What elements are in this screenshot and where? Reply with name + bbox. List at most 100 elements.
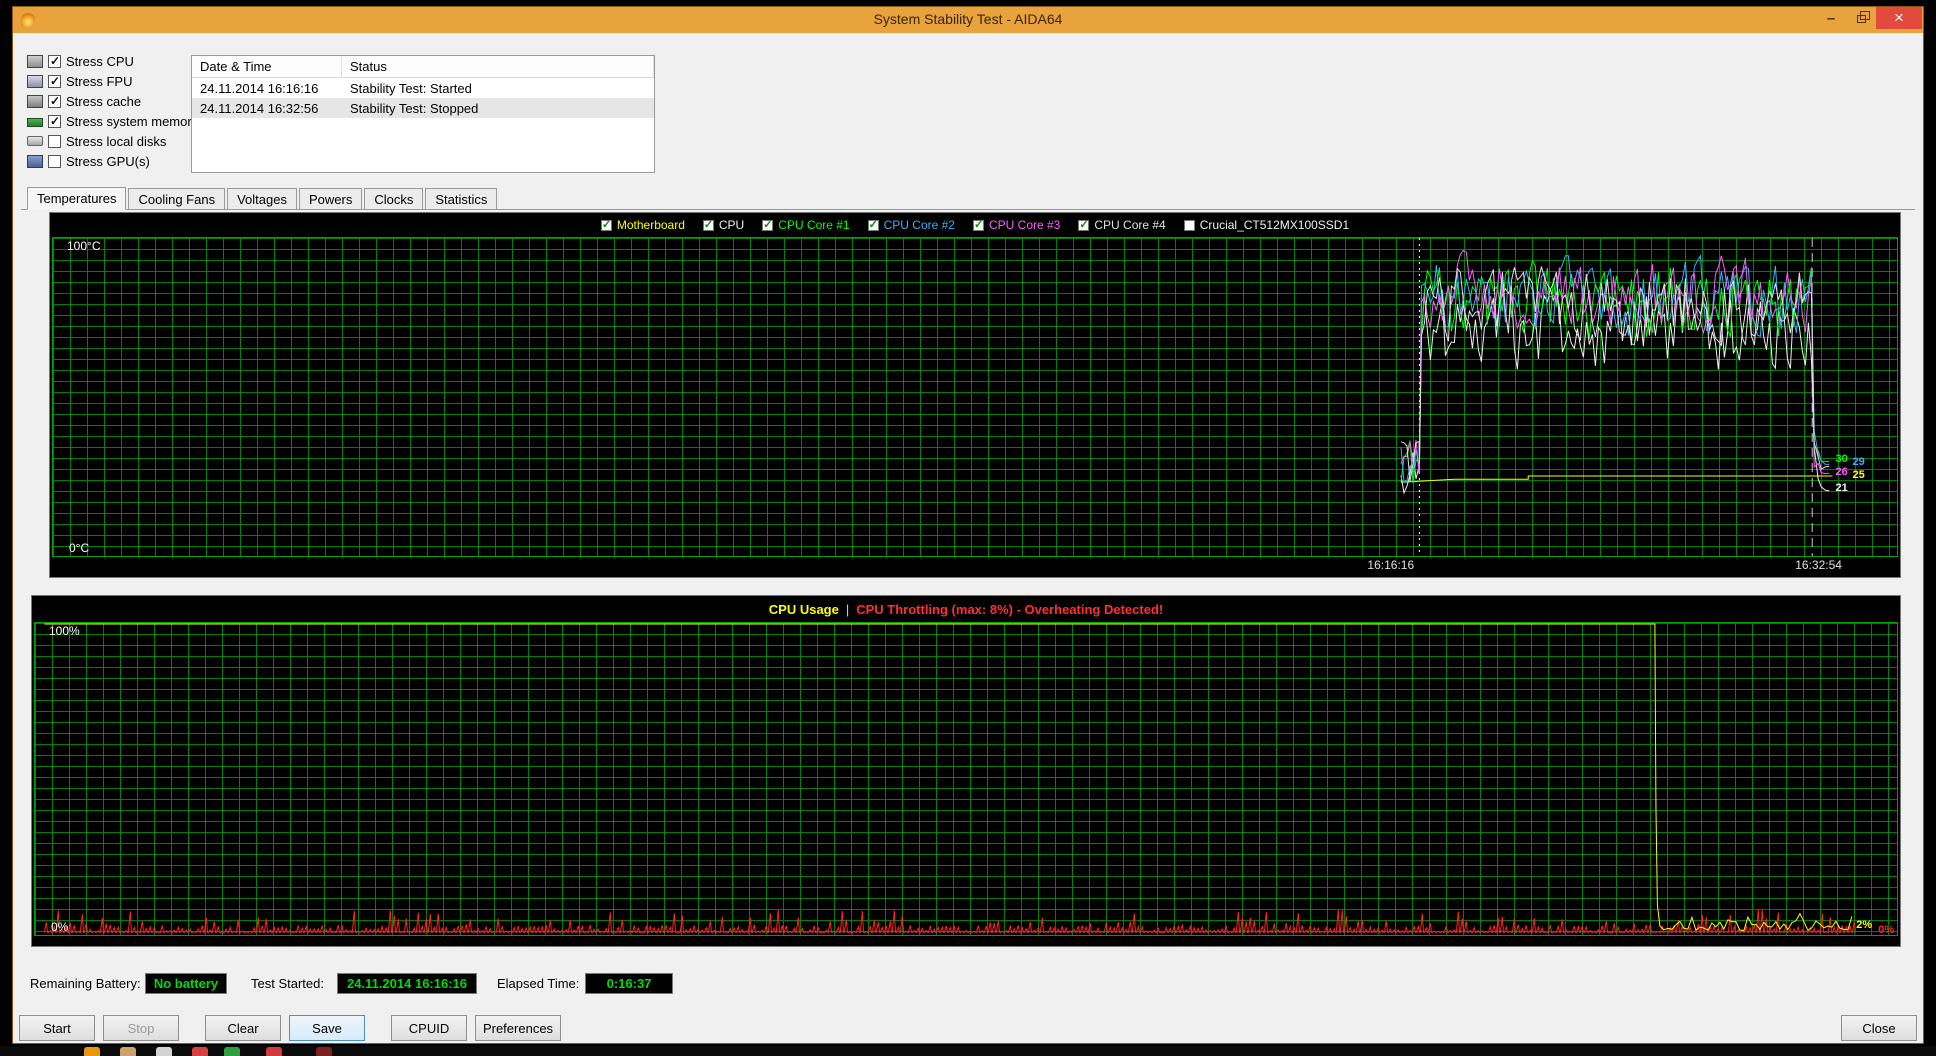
taskbar-app-icon-1[interactable] [84, 1047, 100, 1056]
cpu-icon [27, 54, 43, 68]
stress-options: Stress CPU Stress FPU Stress cache Stress s… [27, 51, 199, 171]
close-button[interactable] [1876, 7, 1922, 29]
stress-option-row: Stress cache [27, 91, 195, 111]
y-axis-min-label: 0°C [69, 541, 90, 555]
stress-option-label: Stress local disks [66, 133, 167, 149]
window-controls [1816, 7, 1922, 29]
log-table-body: 24.11.2014 16:16:16 Stability Test: Start… [192, 78, 654, 118]
series-end-value: 29 [1852, 456, 1865, 469]
x-axis-tick-label: 16:32:54 [1795, 558, 1842, 572]
legend-item[interactable]: CPU Core #3 [972, 218, 1061, 232]
legend-item[interactable]: CPU [702, 218, 744, 232]
stress-option-row: Stress FPU [27, 71, 195, 91]
legend-checkbox[interactable] [1183, 219, 1195, 231]
stress-option-row: Stress GPU(s) [27, 151, 195, 171]
legend-item[interactable]: CPU Core #2 [867, 218, 955, 232]
fpu-icon [27, 74, 43, 88]
legend-label: CPU Core #3 [988, 218, 1061, 232]
stress-option-label: Stress CPU [66, 53, 134, 69]
tab-powers[interactable]: Powers [298, 188, 363, 209]
taskbar-app-icon-7[interactable] [316, 1047, 332, 1056]
tab-clocks[interactable]: Clocks [364, 188, 424, 209]
status-row: Remaining Battery: No battery Test Start… [13, 973, 1923, 995]
disk-icon [27, 136, 43, 146]
tabstrip: Temperatures Cooling Fans Voltages Powers Cl… [21, 187, 1915, 210]
taskbar-app-icon-5[interactable] [224, 1047, 240, 1056]
restore-icon [1856, 11, 1870, 23]
restore-button[interactable] [1846, 7, 1876, 29]
series-end-value: 26 [1835, 465, 1848, 478]
stress-checkbox[interactable] [48, 154, 61, 168]
desktop: System Stability Test - AIDA64 Stress CP… [0, 0, 1936, 1056]
legend-label: Crucial_CT512MX100SSD1 [1199, 218, 1350, 232]
log-status-cell: Stability Test: Stopped [350, 100, 479, 116]
stress-option-row: Stress CPU [27, 51, 195, 71]
stress-checkbox[interactable] [48, 94, 61, 108]
stop-button[interactable]: Stop [103, 1015, 179, 1041]
legend-label: CPU Core #2 [883, 218, 955, 232]
throttling-warning: CPU Throttling (max: 8%) - Overheating D… [856, 601, 1164, 617]
column-header-datetime[interactable]: Date & Time [192, 56, 342, 77]
legend-checkbox[interactable] [972, 218, 984, 231]
stress-option-label: Stress cache [66, 93, 142, 109]
stress-option-label: Stress system memory [66, 113, 199, 129]
legend-checkbox[interactable] [867, 218, 879, 231]
y-axis-max-label: 100% [49, 624, 80, 638]
x-axis-tick-label: 16:16:16 [1367, 558, 1415, 572]
cpu-usage-chart: CPU Usage | CPU Throttling (max: 8%) - O… [31, 595, 1901, 947]
series-end-value: 0% [1878, 924, 1895, 936]
series-end-value: 2% [1856, 918, 1873, 931]
y-axis-min-label: 0% [51, 920, 69, 934]
start-button[interactable]: Start [19, 1015, 95, 1041]
legend-item[interactable]: CPU Core #4 [1078, 218, 1166, 232]
legend-checkbox[interactable] [762, 218, 774, 231]
legend-checkbox[interactable] [702, 218, 714, 231]
preferences-button[interactable]: Preferences [475, 1015, 561, 1041]
close-dialog-button[interactable]: Close [1841, 1015, 1917, 1041]
cache-icon [27, 94, 43, 108]
tab-temperatures[interactable]: Temperatures [27, 187, 127, 210]
stress-checkbox[interactable] [48, 54, 61, 68]
log-table: Date & Time Status 24.11.2014 16:16:16 St… [191, 55, 655, 173]
stress-checkbox[interactable] [48, 114, 61, 128]
cpu-usage-title: CPU Usage [768, 601, 839, 617]
table-row[interactable]: 24.11.2014 16:16:16 Stability Test: Start… [192, 78, 654, 98]
gpu-icon [27, 154, 43, 168]
battery-label: Remaining Battery: [30, 976, 141, 991]
x-axis: 16:16:16 16:32:54 [52, 555, 1898, 577]
temperature-plot: 100°C 0°C 30 29 26 25 21 [52, 237, 1898, 557]
titlebar[interactable]: System Stability Test - AIDA64 [13, 7, 1923, 33]
stability-test-window: System Stability Test - AIDA64 Stress CP… [12, 6, 1924, 1044]
taskbar-app-icon-3[interactable] [156, 1047, 172, 1056]
y-axis-max-label: 100°C [67, 239, 101, 253]
legend-checkbox[interactable] [600, 218, 612, 231]
test-started-value: 24.11.2014 16:16:16 [337, 973, 477, 994]
series-end-value: 30 [1835, 453, 1848, 466]
tab-voltages[interactable]: Voltages [227, 188, 297, 209]
tab-cooling-fans[interactable]: Cooling Fans [128, 188, 226, 209]
stress-checkbox[interactable] [48, 74, 61, 88]
clear-button[interactable]: Clear [205, 1015, 281, 1041]
save-button[interactable]: Save [289, 1015, 365, 1041]
log-datetime-cell: 24.11.2014 16:32:56 [200, 100, 319, 116]
minimize-button[interactable] [1816, 7, 1846, 29]
taskbar-app-icon-6[interactable] [266, 1047, 282, 1056]
taskbar-app-icon-2[interactable] [120, 1047, 136, 1056]
stress-checkbox[interactable] [48, 134, 61, 148]
legend-item[interactable]: Crucial_CT512MX100SSD1 [1183, 218, 1350, 232]
legend-checkbox[interactable] [1078, 218, 1090, 231]
table-row[interactable]: 24.11.2014 16:32:56 Stability Test: Stopp… [192, 98, 654, 118]
temperature-plot-series-svg [1400, 238, 1833, 556]
legend-item[interactable]: CPU Core #1 [762, 218, 850, 232]
taskbar[interactable] [0, 1046, 1936, 1056]
column-header-status[interactable]: Status [342, 56, 654, 77]
window-title: System Stability Test - AIDA64 [873, 11, 1063, 27]
test-started-label: Test Started: [251, 976, 324, 991]
cpuid-button[interactable]: CPUID [391, 1015, 467, 1041]
battery-value: No battery [145, 973, 227, 994]
stress-option-row: Stress local disks [27, 131, 195, 151]
taskbar-app-icon-4[interactable] [192, 1047, 208, 1056]
tab-statistics[interactable]: Statistics [425, 188, 498, 209]
legend-item[interactable]: Motherboard [600, 218, 685, 232]
stress-option-row: Stress system memory [27, 111, 199, 131]
